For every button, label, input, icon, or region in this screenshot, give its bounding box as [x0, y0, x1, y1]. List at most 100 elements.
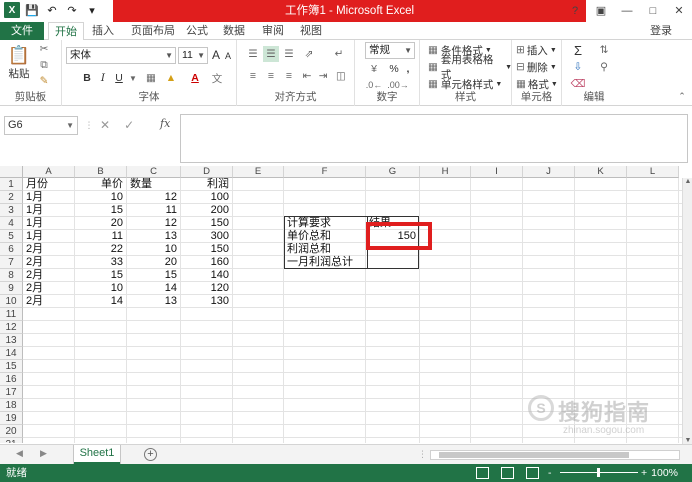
- ribbon-display-icon[interactable]: ▣: [588, 0, 614, 22]
- cell-d10[interactable]: 130: [181, 295, 233, 308]
- cell-c1[interactable]: 数量: [127, 178, 181, 191]
- column-header-j[interactable]: J: [523, 166, 575, 178]
- row-header-10[interactable]: 10: [0, 295, 23, 308]
- close-icon[interactable]: ✕: [666, 0, 692, 22]
- orientation-icon[interactable]: ⇗: [301, 46, 317, 62]
- sign-in-link[interactable]: 登录: [650, 22, 672, 40]
- underline-options-icon[interactable]: ▼: [128, 70, 138, 86]
- autosum-button[interactable]: Σ: [568, 43, 588, 58]
- align-bottom-icon[interactable]: ☰: [281, 46, 297, 62]
- paste-button[interactable]: 粘贴: [6, 67, 32, 80]
- cell-a9[interactable]: 2月: [23, 282, 75, 295]
- italic-button[interactable]: I: [96, 70, 110, 86]
- row-header-20[interactable]: 20: [0, 425, 23, 438]
- cell-b10[interactable]: 14: [75, 295, 127, 308]
- cell-a8[interactable]: 2月: [23, 269, 75, 282]
- cell-d1[interactable]: 利润: [181, 178, 233, 191]
- row-header-19[interactable]: 19: [0, 412, 23, 425]
- undo-icon[interactable]: ↶: [44, 2, 60, 18]
- column-header-d[interactable]: D: [181, 166, 233, 178]
- cell-d2[interactable]: 100: [181, 191, 233, 204]
- formula-input[interactable]: [180, 114, 688, 163]
- cell-b2[interactable]: 10: [75, 191, 127, 204]
- row-header-11[interactable]: 11: [0, 308, 23, 321]
- sheet-tab-sheet1[interactable]: Sheet1: [74, 445, 120, 464]
- name-box[interactable]: G6 ▼: [4, 116, 78, 135]
- column-header-e[interactable]: E: [233, 166, 284, 178]
- enter-icon[interactable]: ✓: [124, 118, 134, 132]
- cell-a4[interactable]: 1月: [23, 217, 75, 230]
- shrink-font-button[interactable]: A: [222, 49, 234, 63]
- align-center-icon[interactable]: ≡: [263, 68, 279, 84]
- horizontal-scrollbar[interactable]: [430, 450, 680, 460]
- copy-icon[interactable]: ⧉: [36, 58, 52, 72]
- more-options-icon[interactable]: ⋮: [85, 116, 94, 135]
- cell-d3[interactable]: 200: [181, 204, 233, 217]
- save-icon[interactable]: 💾: [24, 2, 40, 18]
- grow-font-button[interactable]: A: [210, 47, 222, 63]
- zoom-level[interactable]: 100%: [651, 464, 678, 482]
- cell-a10[interactable]: 2月: [23, 295, 75, 308]
- cell-d4[interactable]: 150: [181, 217, 233, 230]
- tab-view[interactable]: 视图: [297, 22, 325, 40]
- format-as-table-button[interactable]: ▦ 套用表格格式 ▼: [428, 54, 512, 81]
- cell-c10[interactable]: 13: [127, 295, 181, 308]
- borders-icon[interactable]: ▦: [142, 70, 160, 86]
- number-format-select[interactable]: 常规 ▼: [365, 42, 415, 59]
- align-right-icon[interactable]: ≡: [281, 68, 297, 84]
- cell-b7[interactable]: 33: [75, 256, 127, 269]
- row-header-6[interactable]: 6: [0, 243, 23, 256]
- increase-indent-icon[interactable]: ⇥: [315, 68, 331, 84]
- next-sheet-icon[interactable]: ▶: [40, 448, 47, 459]
- insert-cells-button[interactable]: ⊞ 插入 ▼: [516, 43, 560, 57]
- customize-qat-icon[interactable]: ▾: [84, 2, 100, 18]
- font-color-icon[interactable]: A: [186, 70, 204, 86]
- normal-view-icon[interactable]: [476, 467, 489, 479]
- percent-button[interactable]: %: [389, 62, 399, 76]
- align-left-icon[interactable]: ≡: [245, 68, 261, 84]
- row-header-3[interactable]: 3: [0, 204, 23, 217]
- format-painter-icon[interactable]: ✎: [36, 74, 52, 88]
- cell-d8[interactable]: 140: [181, 269, 233, 282]
- underline-button[interactable]: U: [112, 70, 126, 86]
- comma-button[interactable]: ,: [403, 62, 413, 76]
- row-header-15[interactable]: 15: [0, 360, 23, 373]
- row-header-14[interactable]: 14: [0, 347, 23, 360]
- prev-sheet-icon[interactable]: ◀: [16, 448, 23, 459]
- column-header-l[interactable]: L: [627, 166, 679, 178]
- cell-c2[interactable]: 12: [127, 191, 181, 204]
- fill-icon[interactable]: ⇩: [568, 60, 588, 74]
- cancel-icon[interactable]: ✕: [100, 118, 110, 132]
- row-header-18[interactable]: 18: [0, 399, 23, 412]
- zoom-out-button[interactable]: -: [548, 464, 552, 482]
- cell-d7[interactable]: 160: [181, 256, 233, 269]
- cell-b4[interactable]: 20: [75, 217, 127, 230]
- row-header-21[interactable]: 21: [0, 438, 23, 443]
- cell-c8[interactable]: 15: [127, 269, 181, 282]
- zoom-in-button[interactable]: +: [641, 464, 647, 482]
- fill-color-icon[interactable]: ▲: [162, 70, 180, 86]
- align-top-icon[interactable]: ☰: [245, 46, 261, 62]
- paste-icon[interactable]: 📋: [6, 43, 32, 67]
- cell-b1[interactable]: 单价: [75, 178, 127, 191]
- insert-function-button[interactable]: fx: [160, 117, 170, 130]
- font-name-select[interactable]: 宋体 ▼: [66, 47, 176, 64]
- row-header-12[interactable]: 12: [0, 321, 23, 334]
- tab-file[interactable]: 文件: [0, 22, 44, 40]
- redo-icon[interactable]: ↷: [64, 2, 80, 18]
- tab-data[interactable]: 数据: [220, 22, 248, 40]
- cell-b3[interactable]: 15: [75, 204, 127, 217]
- cell-a6[interactable]: 2月: [23, 243, 75, 256]
- column-header-i[interactable]: I: [471, 166, 523, 178]
- page-layout-view-icon[interactable]: [501, 467, 514, 479]
- cell-d5[interactable]: 300: [181, 230, 233, 243]
- column-header-c[interactable]: C: [127, 166, 181, 178]
- tab-home[interactable]: 开始: [48, 22, 84, 41]
- cell-b8[interactable]: 15: [75, 269, 127, 282]
- row-header-16[interactable]: 16: [0, 373, 23, 386]
- cell-a5[interactable]: 1月: [23, 230, 75, 243]
- column-header-b[interactable]: B: [75, 166, 127, 178]
- tab-review[interactable]: 审阅: [259, 22, 287, 40]
- column-header-g[interactable]: G: [366, 166, 420, 178]
- decrease-indent-icon[interactable]: ⇤: [299, 68, 315, 84]
